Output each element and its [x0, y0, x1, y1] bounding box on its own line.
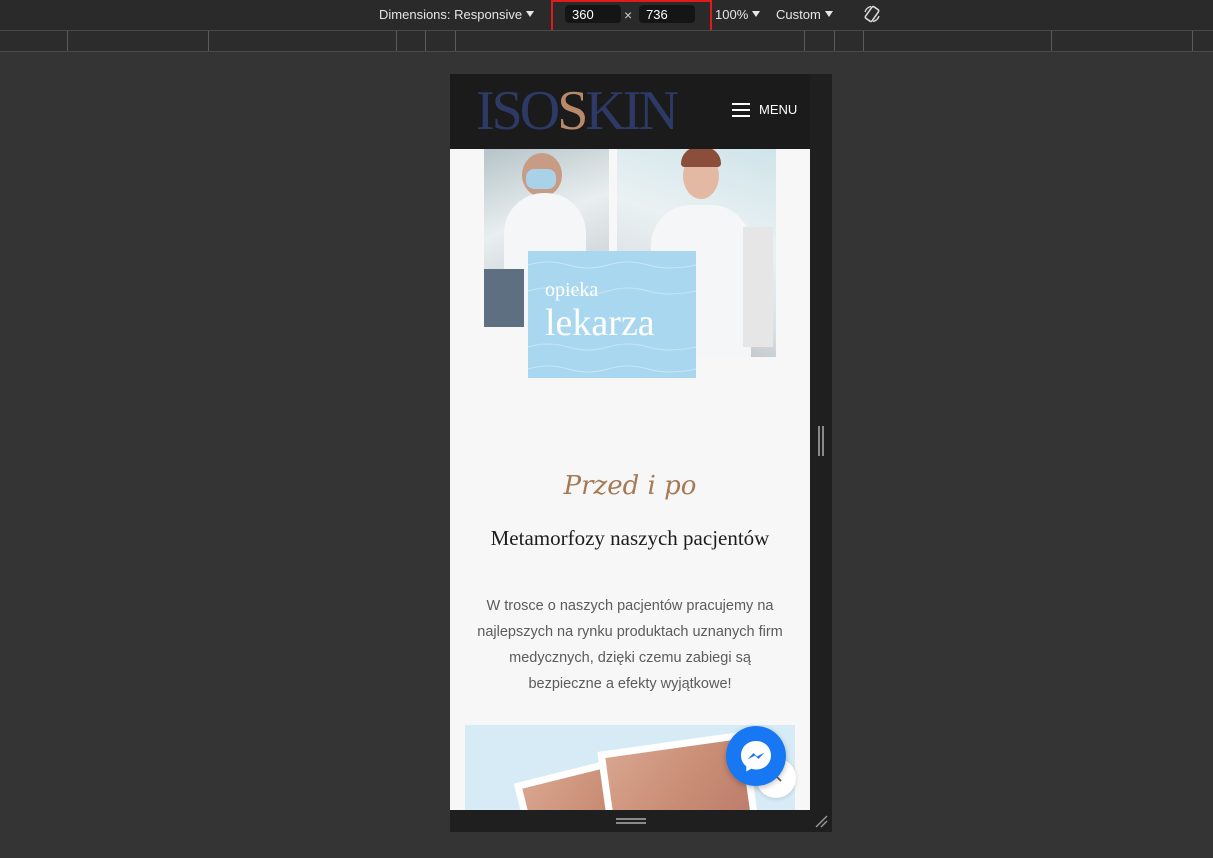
zoom-label: 100% — [715, 7, 749, 22]
resize-corner-icon[interactable] — [814, 814, 828, 828]
section-script-title: Przed i po — [563, 471, 697, 501]
logo-text-left: ISO — [476, 80, 560, 142]
messenger-chat-button[interactable] — [726, 726, 786, 786]
logo-text-accent: S — [557, 80, 588, 142]
ruler-tick — [208, 31, 209, 51]
resize-handle-bottom[interactable] — [616, 818, 646, 824]
card-subtitle: opieka — [545, 279, 599, 301]
ruler-tick — [67, 31, 68, 51]
caret-down-icon — [526, 11, 535, 17]
dimensions-dropdown[interactable]: Dimensions: Responsive — [379, 7, 535, 22]
ruler-tick — [1192, 31, 1193, 51]
caret-down-icon — [824, 11, 833, 17]
ruler-tick — [1051, 31, 1052, 51]
site-logo[interactable]: ISOSKIN — [476, 80, 679, 142]
device-frame: ISOSKIN MENU opieka lekarza Przed i po M… — [450, 74, 832, 832]
menu-label: MENU — [759, 102, 798, 117]
card-title: lekarza — [545, 302, 655, 344]
logo-text-right: KIN — [585, 80, 679, 142]
caret-down-icon — [752, 11, 761, 17]
page-viewport: ISOSKIN MENU opieka lekarza Przed i po M… — [450, 74, 810, 810]
ruler-tick — [834, 31, 835, 51]
messenger-icon — [741, 741, 771, 772]
ruler-tick — [804, 31, 805, 51]
doctor-care-card: opieka lekarza — [528, 251, 696, 378]
section-title: Metamorfozy naszych pacjentów — [490, 526, 770, 550]
hamburger-icon — [732, 102, 750, 117]
ruler-tick — [863, 31, 864, 51]
ruler-tick — [425, 31, 426, 51]
throttle-dropdown[interactable]: Custom — [776, 7, 833, 22]
throttle-label: Custom — [776, 7, 821, 22]
dimensions-label: Dimensions: Responsive — [379, 7, 523, 22]
media-query-ruler — [0, 30, 1213, 52]
resize-handle-right[interactable] — [818, 426, 824, 456]
ruler-tick — [396, 31, 397, 51]
zoom-dropdown[interactable]: 100% — [715, 7, 761, 22]
menu-button[interactable]: MENU — [732, 102, 797, 117]
rotate-device-icon[interactable] — [862, 4, 882, 24]
ruler-tick — [455, 31, 456, 51]
section-description: W trosce o naszych pacjentów pracujemy n… — [477, 598, 783, 692]
site-header: ISOSKIN MENU — [450, 74, 810, 149]
